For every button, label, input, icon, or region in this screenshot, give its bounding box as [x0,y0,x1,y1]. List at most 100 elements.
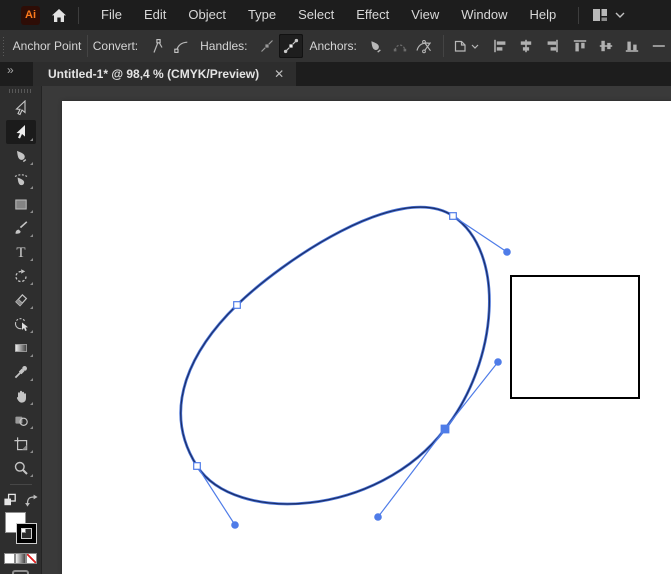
align-bottom-icon [625,41,639,52]
convert-corner-button[interactable] [145,34,169,58]
swap-fill-stroke-icon[interactable] [24,493,39,507]
draw-mode-button[interactable] [12,570,29,574]
menu-help[interactable]: Help [518,0,567,30]
document-options-icon [455,40,467,52]
direct-selection-tool-icon [16,125,25,139]
connect-anchors-button[interactable] [388,34,412,58]
selection-tool[interactable] [6,96,36,120]
expand-panels-icon[interactable]: » [7,63,14,77]
app-logo-icon[interactable]: Ai [21,5,40,25]
align-left-button[interactable] [489,34,511,58]
hide-handles-button[interactable] [255,34,279,58]
paintbrush-tool[interactable] [6,216,36,240]
cut-path-button[interactable] [412,34,436,58]
menu-view[interactable]: View [400,0,450,30]
gradient-tool-icon [14,344,27,352]
gradient-tool[interactable] [6,336,36,360]
align-v-center-button[interactable] [595,34,617,58]
show-handles-button[interactable] [278,34,303,58]
align-v-center-icon [599,40,613,52]
workspace-switcher-button[interactable] [592,8,625,22]
rotate-tool-icon [14,269,27,283]
context-label: Anchor Point [12,39,82,53]
menu-window[interactable]: Window [450,0,518,30]
color-mode-buttons [5,554,36,563]
align-h-center-icon [520,39,532,53]
panel-collapse-edge: » [0,62,33,86]
shapes-tool[interactable] [6,408,36,432]
zoom-tool[interactable] [6,456,36,480]
rectangle-tool-icon [14,199,27,210]
convert-label: Convert: [92,39,139,53]
type-tool[interactable]: T [6,240,36,264]
menu-file[interactable]: File [90,0,133,30]
eraser-tool[interactable] [6,288,36,312]
document-tab-title: Untitled-1* @ 98,4 % (CMYK/Preview) [48,67,260,81]
connect-anchors-icon [393,44,407,52]
align-h-center-button[interactable] [515,34,537,58]
color-button[interactable] [5,554,14,563]
fill-stroke-swatches [3,513,39,549]
pen-tool-icon [16,150,26,163]
chevron-down-icon [615,12,625,18]
hide-handles-icon [260,40,273,52]
align-left-icon [494,39,506,53]
document-tab[interactable]: Untitled-1* @ 98,4 % (CMYK/Preview) ✕ [33,62,297,86]
remove-anchor-icon [371,40,382,53]
illustrator-window: Ai File Edit Object Type Select Effect V… [0,0,671,574]
show-handles-icon [283,38,298,54]
close-tab-icon[interactable]: ✕ [274,67,284,81]
convert-smooth-icon [174,41,188,53]
menu-effect[interactable]: Effect [345,0,400,30]
cut-path-icon [416,40,431,54]
align-bottom-button[interactable] [621,34,643,58]
align-group-vertical [569,34,643,58]
artboard-tool[interactable] [6,432,36,456]
menubar: Ai File Edit Object Type Select Effect V… [0,0,671,30]
hand-tool[interactable] [6,384,36,408]
panel-grip[interactable] [3,36,4,56]
menubar-separator [578,6,580,24]
none-button[interactable] [27,554,36,563]
align-right-button[interactable] [541,34,563,58]
align-top-icon [573,40,587,52]
zoom-tool-icon [14,461,28,475]
curvature-tool[interactable] [6,168,36,192]
convert-corner-icon [153,39,163,53]
control-bar: Anchor Point Convert: Handles: Anchors: [0,30,671,63]
align-top-button[interactable] [569,34,591,58]
rectangle-tool[interactable] [6,192,36,216]
eraser-tool-icon [14,293,27,307]
workspace-switcher-icon [593,9,608,21]
eyedropper-tool[interactable] [6,360,36,384]
shape-builder-tool[interactable] [6,312,36,336]
shapes-tool-icon [14,416,28,427]
paintbrush-tool-icon [15,221,27,234]
toolbar-divider [9,484,32,485]
stroke-swatch[interactable] [15,523,37,544]
default-fill-stroke-icon[interactable] [3,493,17,507]
gradient-button[interactable] [16,554,25,563]
pen-tool[interactable] [6,144,36,168]
rotate-tool[interactable] [6,264,36,288]
selection-tool-icon [14,100,26,116]
menu-type[interactable]: Type [237,0,287,30]
menubar-separator [78,6,79,24]
document-options-button[interactable] [449,34,483,58]
distribute-button-partial[interactable] [647,34,671,58]
fill-stroke-mini-controls [3,491,39,509]
menu-edit[interactable]: Edit [133,0,177,30]
convert-smooth-button[interactable] [169,34,193,58]
artboard[interactable] [62,101,671,574]
tools-panel: T [0,86,42,574]
home-button[interactable] [51,8,67,23]
direct-selection-tool[interactable] [5,120,36,144]
remove-anchor-button[interactable] [364,34,388,58]
align-group-horizontal [489,34,563,58]
menu-object[interactable]: Object [177,0,237,30]
handles-label: Handles: [200,39,248,53]
tools-panel-grip[interactable] [8,89,33,93]
anchors-label: Anchors: [309,39,357,53]
menu-select[interactable]: Select [287,0,345,30]
hand-tool-icon [16,390,26,403]
